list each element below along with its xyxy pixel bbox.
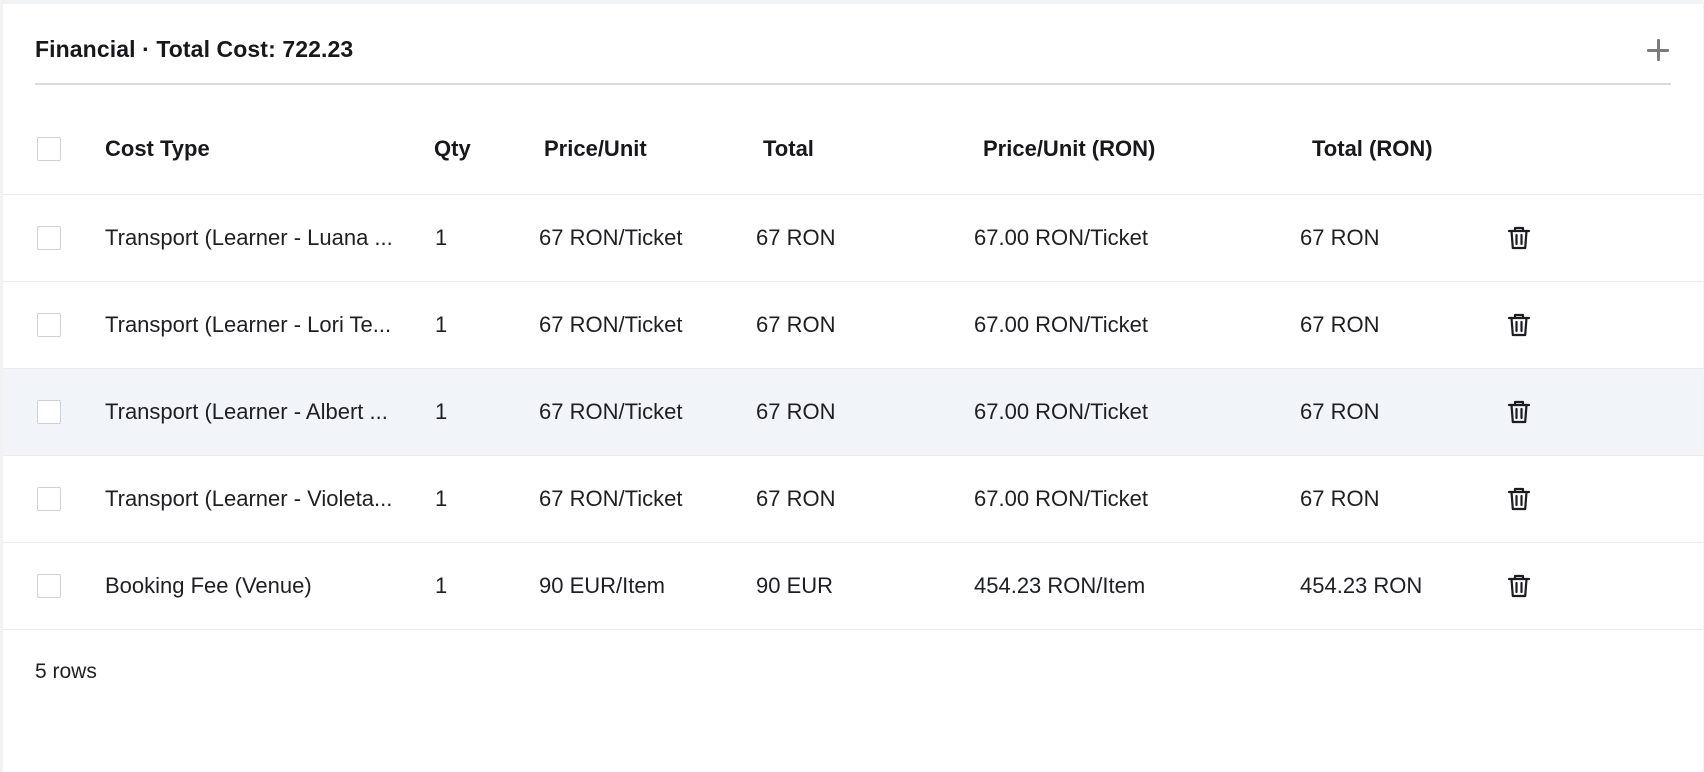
cell-cost-type: Transport (Learner - Albert ...: [105, 399, 388, 424]
column-header-qty[interactable]: Qty: [434, 136, 471, 162]
cell-price-unit-ron: 67.00 RON/Ticket: [974, 399, 1149, 424]
column-header-price-unit[interactable]: Price/Unit: [544, 136, 647, 162]
column-header-total[interactable]: Total: [763, 136, 814, 162]
cell-total: 67 RON: [756, 225, 836, 250]
table-header-row: Cost Type Qty Price/Unit Total Price/Uni…: [3, 112, 1703, 195]
cell-cost-type: Transport (Learner - Lori Te...: [105, 312, 392, 337]
select-all-checkbox[interactable]: [37, 137, 61, 161]
cell-cost-type: Transport (Learner - Violeta...: [105, 486, 393, 511]
trash-icon: [1507, 226, 1531, 250]
cell-total-ron: 454.23 RON: [1300, 573, 1423, 598]
table-row[interactable]: Transport (Learner - Albert ... 1 67 RON…: [3, 369, 1703, 456]
cell-price-unit: 67 RON/Ticket: [539, 486, 683, 511]
row-checkbox[interactable]: [37, 574, 61, 598]
table-row[interactable]: Transport (Learner - Lori Te... 1 67 RON…: [3, 282, 1703, 369]
cell-qty: 1: [435, 573, 448, 598]
delete-row-button[interactable]: [1504, 397, 1534, 427]
cell-qty: 1: [435, 225, 448, 250]
cell-total: 67 RON: [756, 486, 836, 511]
cell-qty: 1: [435, 399, 448, 424]
cell-price-unit-ron: 67.00 RON/Ticket: [974, 225, 1149, 250]
panel-header: Financial · Total Cost: 722.23: [35, 4, 1671, 85]
cell-total: 67 RON: [756, 312, 836, 337]
financial-panel: Financial · Total Cost: 722.23 Cost Type…: [3, 4, 1703, 772]
cell-price-unit: 90 EUR/Item: [539, 573, 665, 598]
row-checkbox[interactable]: [37, 400, 61, 424]
trash-icon: [1507, 574, 1531, 598]
row-checkbox[interactable]: [37, 226, 61, 250]
cell-total-ron: 67 RON: [1300, 486, 1380, 511]
cell-total-ron: 67 RON: [1300, 312, 1380, 337]
cell-cost-type: Transport (Learner - Luana ...: [105, 225, 393, 250]
cell-price-unit-ron: 454.23 RON/Item: [974, 573, 1146, 598]
cell-price-unit: 67 RON/Ticket: [539, 225, 683, 250]
trash-icon: [1507, 313, 1531, 337]
costs-table: Cost Type Qty Price/Unit Total Price/Uni…: [3, 112, 1703, 630]
table-row[interactable]: Transport (Learner - Violeta... 1 67 RON…: [3, 456, 1703, 543]
column-header-price-unit-ron[interactable]: Price/Unit (RON): [983, 136, 1155, 162]
cell-price-unit: 67 RON/Ticket: [539, 399, 683, 424]
panel-title: Financial · Total Cost: 722.23: [35, 36, 354, 62]
column-header-total-ron[interactable]: Total (RON): [1312, 136, 1433, 162]
cell-total-ron: 67 RON: [1300, 399, 1380, 424]
cell-total: 90 EUR: [756, 573, 834, 598]
delete-row-button[interactable]: [1504, 223, 1534, 253]
row-count: 5 rows: [35, 660, 97, 683]
table-row[interactable]: Transport (Learner - Luana ... 1 67 RON/…: [3, 195, 1703, 282]
delete-row-button[interactable]: [1504, 571, 1534, 601]
cell-qty: 1: [435, 486, 448, 511]
cell-cost-type: Booking Fee (Venue): [105, 573, 312, 598]
column-header-cost-type[interactable]: Cost Type: [105, 136, 210, 162]
cell-qty: 1: [435, 312, 448, 337]
cell-price-unit: 67 RON/Ticket: [539, 312, 683, 337]
table-row[interactable]: Booking Fee (Venue) 1 90 EUR/Item 90 EUR…: [3, 543, 1703, 630]
trash-icon: [1507, 400, 1531, 424]
delete-row-button[interactable]: [1504, 484, 1534, 514]
cell-total-ron: 67 RON: [1300, 225, 1380, 250]
delete-row-button[interactable]: [1504, 310, 1534, 340]
cell-price-unit-ron: 67.00 RON/Ticket: [974, 312, 1149, 337]
add-cost-button[interactable]: [1645, 37, 1671, 63]
row-checkbox[interactable]: [37, 313, 61, 337]
trash-icon: [1507, 487, 1531, 511]
cell-total: 67 RON: [756, 399, 836, 424]
row-checkbox[interactable]: [37, 487, 61, 511]
cell-price-unit-ron: 67.00 RON/Ticket: [974, 486, 1149, 511]
